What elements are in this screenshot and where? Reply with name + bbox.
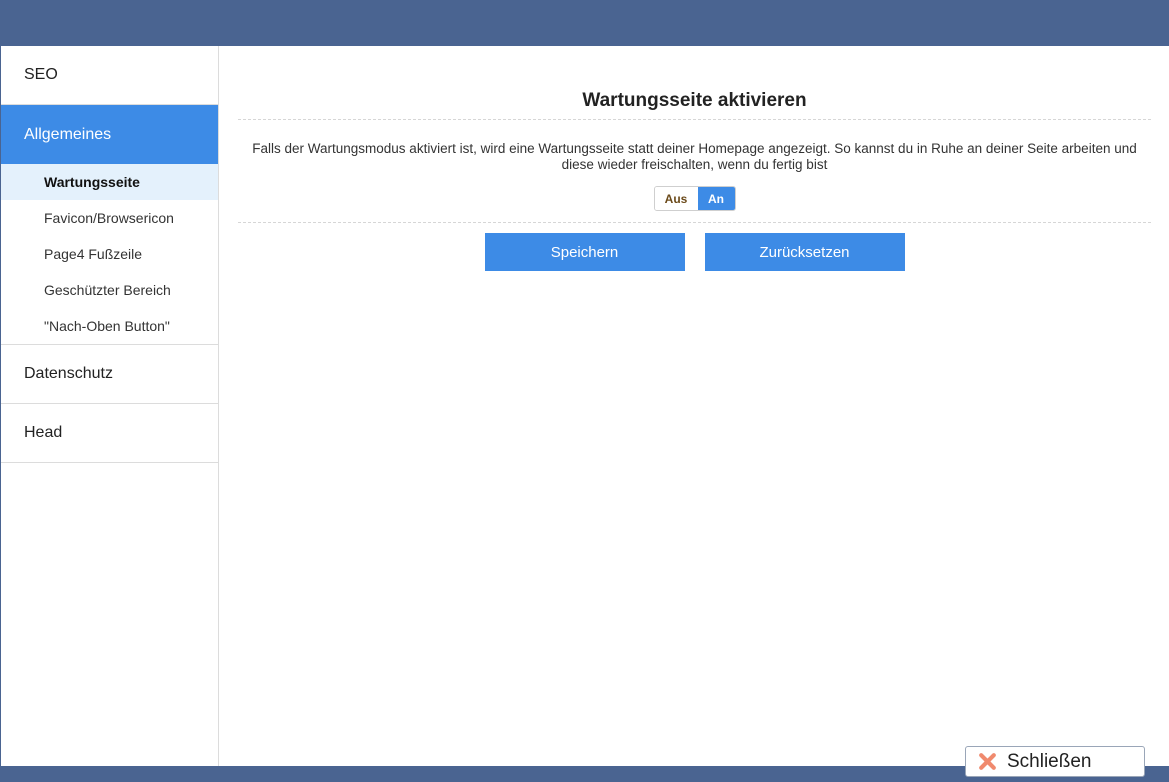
sidebar-item-label: Datenschutz bbox=[24, 365, 113, 382]
sidebar-item-label: Allgemeines bbox=[24, 125, 112, 143]
sidebar: SEO Allgemeines Wartungsseite Favicon/Br… bbox=[1, 46, 219, 766]
toggle-option-on[interactable]: An bbox=[697, 187, 735, 210]
description-text: Falls der Wartungsmodus aktiviert ist, w… bbox=[238, 141, 1151, 173]
sidebar-subitem-label: Page4 Fußzeile bbox=[44, 246, 143, 262]
sidebar-subitem-label: Favicon/Browsericon bbox=[44, 210, 174, 226]
close-button-label: Schließen bbox=[1007, 750, 1092, 772]
main-panel: Wartungsseite aktivieren Falls der Wartu… bbox=[219, 46, 1169, 766]
save-button[interactable]: Speichern bbox=[484, 233, 685, 271]
reset-button[interactable]: Zurücksetzen bbox=[704, 233, 905, 271]
sidebar-item-datenschutz[interactable]: Datenschutz bbox=[1, 345, 218, 404]
action-buttons: Speichern Zurücksetzen bbox=[238, 233, 1151, 271]
sidebar-item-label: SEO bbox=[24, 66, 58, 83]
sidebar-subitem-wartungsseite[interactable]: Wartungsseite bbox=[1, 164, 218, 200]
sidebar-subitem-fusszeile[interactable]: Page4 Fußzeile bbox=[1, 236, 218, 272]
sidebar-item-seo[interactable]: SEO bbox=[1, 46, 218, 105]
description-line-2: diese wieder freischalten, wenn du ferti… bbox=[561, 157, 828, 172]
sidebar-item-allgemeines[interactable]: Allgemeines bbox=[1, 105, 218, 164]
toggle-option-off[interactable]: Aus bbox=[654, 187, 698, 210]
sidebar-item-label: Head bbox=[24, 424, 63, 441]
maintenance-toggle[interactable]: Aus An bbox=[653, 186, 736, 211]
sidebar-subitem-label: Wartungsseite bbox=[44, 174, 140, 190]
sidebar-subitem-favicon[interactable]: Favicon/Browsericon bbox=[1, 200, 218, 236]
sidebar-subitem-label: Geschützter Bereich bbox=[44, 282, 171, 298]
sidebar-subitem-geschuetzter-bereich[interactable]: Geschützter Bereich bbox=[1, 272, 218, 308]
top-bar bbox=[0, 0, 1169, 46]
description-line-1: Falls der Wartungsmodus aktiviert ist, w… bbox=[252, 141, 1137, 156]
sidebar-subitem-nach-oben-button[interactable]: "Nach-Oben Button" bbox=[1, 308, 218, 344]
divider bbox=[238, 222, 1151, 223]
sidebar-subitem-label: "Nach-Oben Button" bbox=[44, 318, 170, 334]
maintenance-toggle-wrap: Aus An bbox=[238, 186, 1151, 211]
close-button[interactable]: Schließen bbox=[965, 746, 1145, 777]
settings-window: SEO Allgemeines Wartungsseite Favicon/Br… bbox=[1, 46, 1169, 766]
sidebar-item-head[interactable]: Head bbox=[1, 404, 218, 463]
close-icon bbox=[979, 753, 996, 770]
section-title: Wartungsseite aktivieren bbox=[238, 90, 1151, 120]
sidebar-sublist: Wartungsseite Favicon/Browsericon Page4 … bbox=[1, 164, 218, 345]
